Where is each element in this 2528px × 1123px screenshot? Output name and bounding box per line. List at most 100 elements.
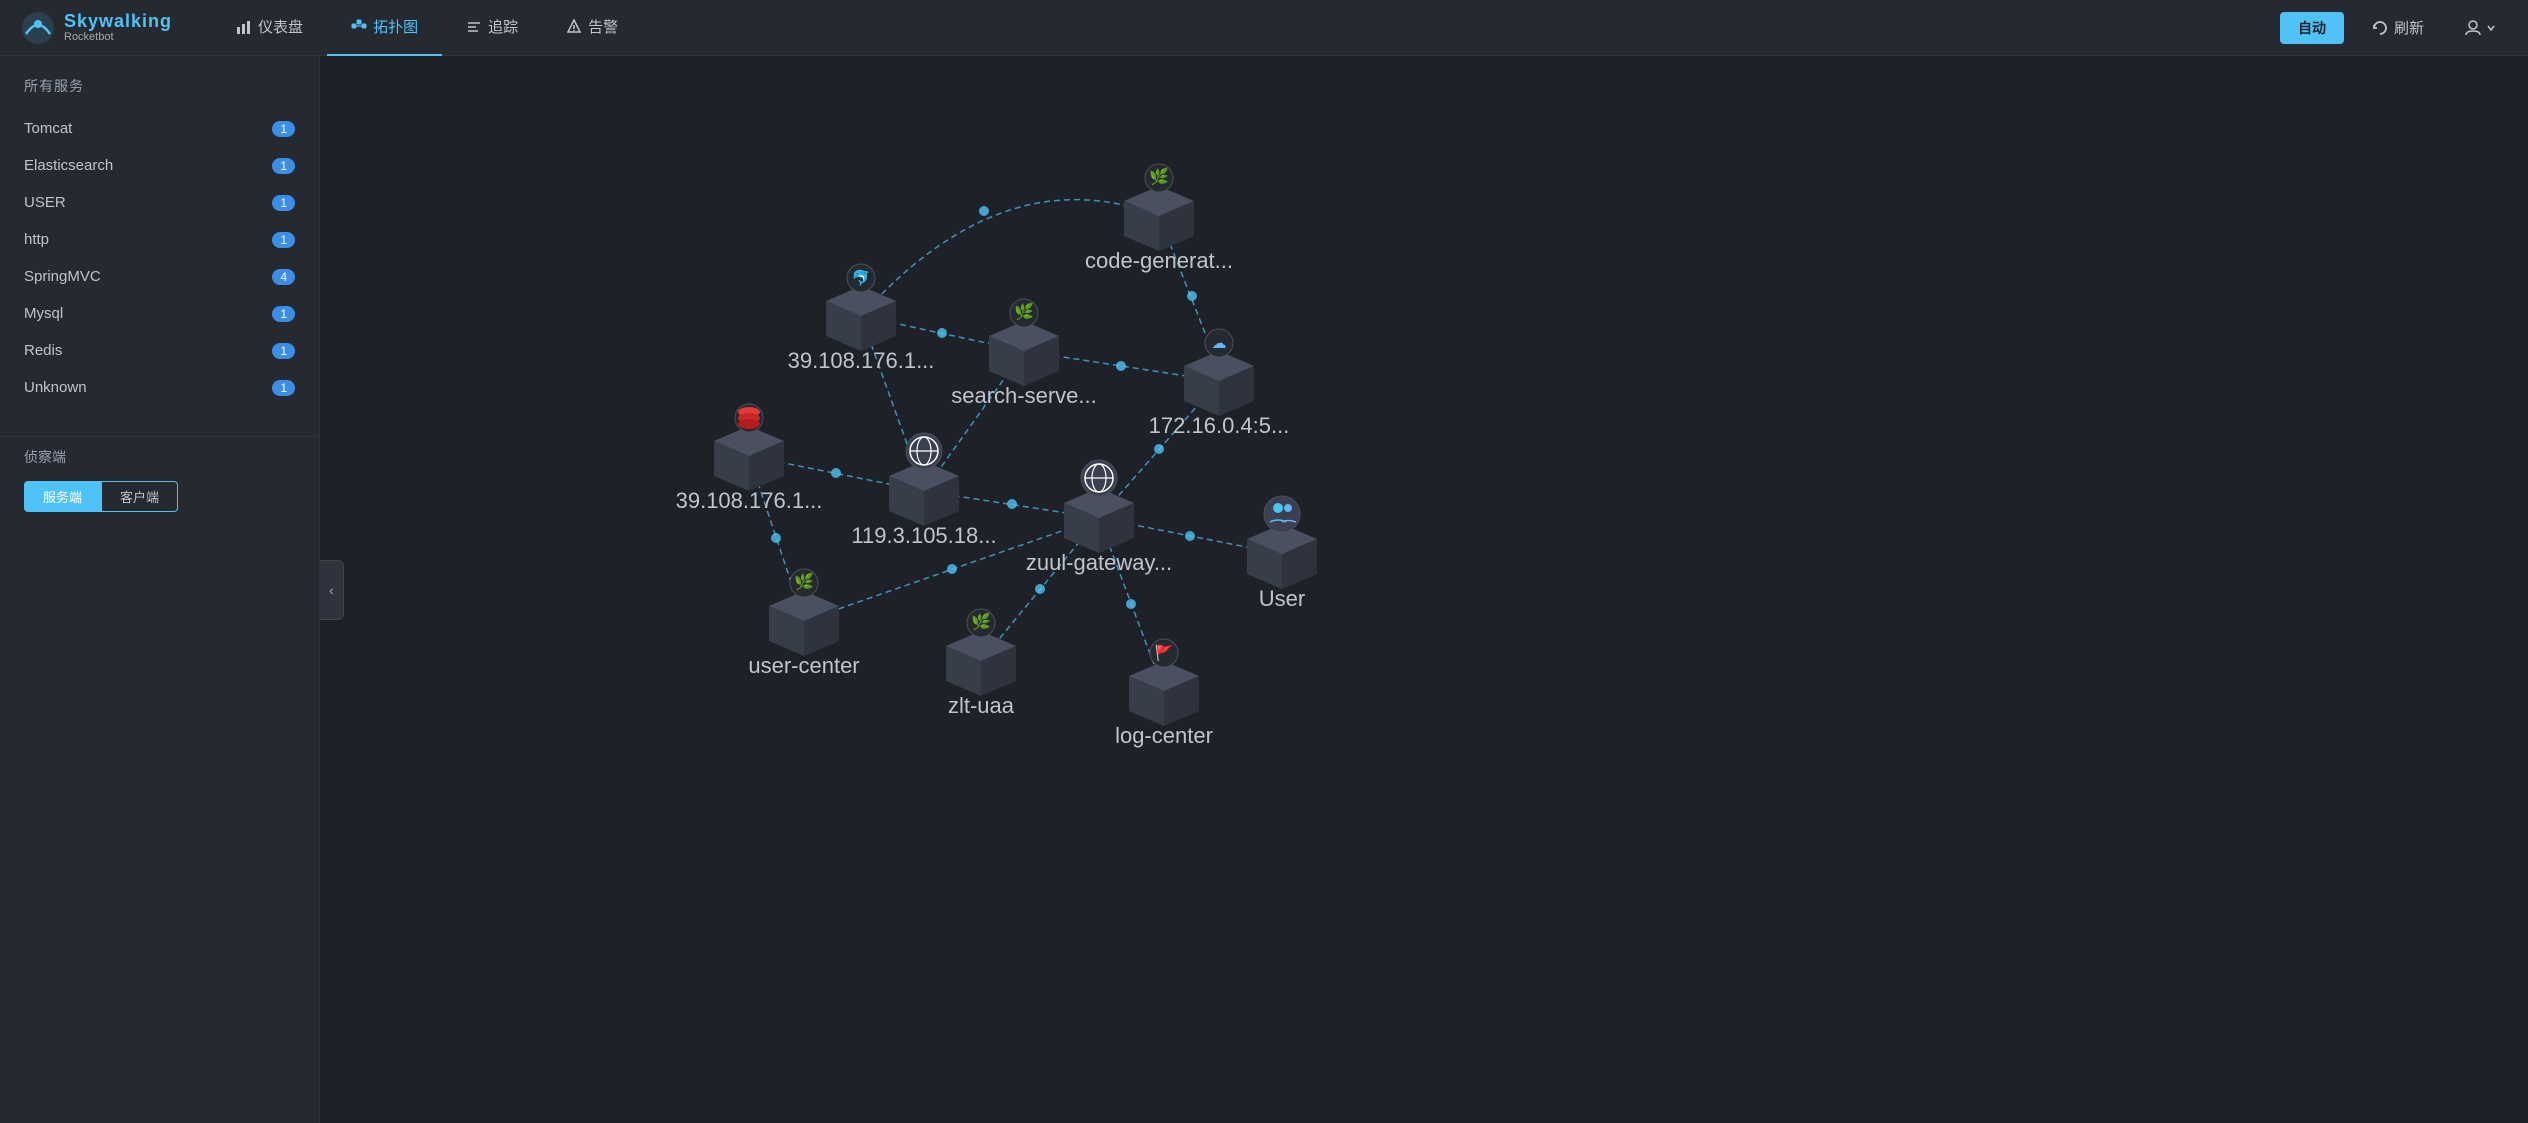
topology-icon [351, 19, 367, 35]
edge-dot [1154, 444, 1164, 454]
mysql-icon: 🐬 [852, 268, 871, 287]
topology-graph: 🌿 code-generat... 🌿 search-serve... 🐬 [320, 56, 2528, 1123]
service-badge-redis: 1 [272, 343, 295, 359]
node-code-generat[interactable]: 🌿 code-generat... [1085, 164, 1233, 273]
node-label-172-16-0-4: 172.16.0.4:5... [1149, 413, 1290, 438]
edge-dot [947, 564, 957, 574]
node-label-user: User [1259, 586, 1305, 611]
service-name-mysql: Mysql [24, 305, 63, 322]
service-item-tomcat[interactable]: Tomcat 1 [0, 110, 319, 147]
logo-icon [20, 10, 56, 46]
service-item-unknown[interactable]: Unknown 1 [0, 369, 319, 406]
user-head1 [1273, 503, 1283, 513]
logo-text: Skywalking Rocketbot [64, 12, 172, 44]
node-log-center[interactable]: 🚩 log-center [1115, 639, 1213, 748]
service-name-redis: Redis [24, 342, 62, 359]
services-title: 所有服务 [0, 76, 319, 110]
service-item-http[interactable]: http 1 [0, 221, 319, 258]
edge-dot [1187, 291, 1197, 301]
edge-dot [1035, 584, 1045, 594]
edge-dot [979, 206, 989, 216]
flag-icon: 🚩 [1155, 644, 1174, 662]
service-item-redis[interactable]: Redis 1 [0, 332, 319, 369]
node-label-log-center: log-center [1115, 723, 1213, 748]
edge-dot [1007, 499, 1017, 509]
probe-client-btn[interactable]: 客户端 [101, 481, 178, 512]
node-zlt-uaa[interactable]: 🌿 zlt-uaa [946, 609, 1016, 718]
edge-dot [831, 468, 841, 478]
refresh-icon [2372, 20, 2388, 36]
trace-icon [466, 19, 482, 35]
node-label-search-serve: search-serve... [951, 383, 1097, 408]
chart-icon [236, 19, 252, 35]
service-name-unknown: Unknown [24, 379, 87, 396]
user-button[interactable] [2452, 13, 2508, 43]
probe-title: 侦察端 [24, 447, 295, 467]
cloud-icon: ☁ [1212, 335, 1227, 352]
service-badge-http: 1 [272, 232, 295, 248]
node-172-16-0-4[interactable]: ☁ 172.16.0.4:5... [1149, 329, 1290, 438]
redis-bot [738, 419, 760, 429]
probe-server-btn[interactable]: 服务端 [24, 481, 101, 512]
node-39-108-1b[interactable]: 39.108.176.1... [676, 404, 823, 513]
sidebar: 所有服务 Tomcat 1 Elasticsearch 1 USER 1 htt… [0, 56, 320, 1123]
service-item-user[interactable]: USER 1 [0, 184, 319, 221]
service-name-http: http [24, 231, 49, 248]
node-user-center[interactable]: 🌿 user-center [748, 569, 859, 678]
node-user[interactable]: User [1247, 496, 1317, 611]
auto-button[interactable]: 自动 [2280, 12, 2344, 44]
service-name-elasticsearch: Elasticsearch [24, 157, 113, 174]
nav-label-alarm: 告警 [588, 16, 618, 37]
nav-label-dashboard: 仪表盘 [258, 16, 303, 37]
node-icon-bg [1264, 496, 1300, 532]
service-item-springmvc[interactable]: SpringMVC 4 [0, 258, 319, 295]
node-zuul-gateway[interactable]: zuul-gateway... [1026, 460, 1172, 575]
logo-sub: Rocketbot [64, 31, 172, 43]
service-badge-mysql: 1 [272, 306, 295, 322]
nav-item-topology[interactable]: 拓扑图 [327, 0, 442, 56]
logo-area: Skywalking Rocketbot [20, 10, 172, 46]
refresh-button[interactable]: 刷新 [2360, 11, 2436, 44]
service-badge-elasticsearch: 1 [272, 158, 295, 174]
chevron-down-icon [2486, 23, 2496, 33]
logo-main: Skywalking [64, 12, 172, 32]
service-name-springmvc: SpringMVC [24, 268, 101, 285]
alarm-icon [566, 19, 582, 35]
leaf-icon: 🌿 [971, 612, 991, 631]
leaf-icon: 🌿 [794, 572, 814, 591]
service-name-user: USER [24, 194, 66, 211]
edge-dot [771, 533, 781, 543]
user-head2 [1284, 504, 1292, 512]
sidebar-divider [0, 436, 319, 437]
graph-area: ‹ [320, 56, 2528, 1123]
leaf-icon: 🌿 [1149, 167, 1169, 186]
probe-buttons: 服务端 客户端 [24, 481, 295, 512]
main-layout: 所有服务 Tomcat 1 Elasticsearch 1 USER 1 htt… [0, 56, 2528, 1123]
nav-items: 仪表盘 拓扑图 追踪 告警 [212, 0, 2280, 56]
edge-dot [1126, 599, 1136, 609]
collapse-button[interactable]: ‹ [320, 560, 344, 620]
service-badge-unknown: 1 [272, 380, 295, 396]
node-label-39-108-1a: 39.108.176.1... [788, 348, 935, 373]
nav-item-trace[interactable]: 追踪 [442, 0, 542, 56]
service-badge-springmvc: 4 [272, 269, 295, 285]
service-item-elasticsearch[interactable]: Elasticsearch 1 [0, 147, 319, 184]
nav-item-dashboard[interactable]: 仪表盘 [212, 0, 327, 56]
service-item-mysql[interactable]: Mysql 1 [0, 295, 319, 332]
node-search-serve[interactable]: 🌿 search-serve... [951, 299, 1097, 408]
nav-right: 自动 刷新 [2280, 11, 2508, 44]
node-119-3-105-18[interactable]: 119.3.105.18... [851, 433, 996, 548]
node-label-user-center: user-center [748, 653, 859, 678]
leaf-icon: 🌿 [1014, 302, 1034, 321]
nav-item-alarm[interactable]: 告警 [542, 0, 642, 56]
services-section: 所有服务 Tomcat 1 Elasticsearch 1 USER 1 htt… [0, 76, 319, 406]
topnav: Skywalking Rocketbot 仪表盘 拓扑图 追踪 告警 自动 刷新 [0, 0, 2528, 56]
edge-dot [937, 328, 947, 338]
refresh-label: 刷新 [2394, 17, 2424, 38]
node-label-119-3-105-18: 119.3.105.18... [851, 523, 996, 548]
nav-label-topology: 拓扑图 [373, 16, 418, 37]
service-name-tomcat: Tomcat [24, 120, 72, 137]
nav-label-trace: 追踪 [488, 16, 518, 37]
node-39-108-1a[interactable]: 🐬 39.108.176.1... [788, 264, 935, 373]
node-label-zuul-gateway: zuul-gateway... [1026, 550, 1172, 575]
